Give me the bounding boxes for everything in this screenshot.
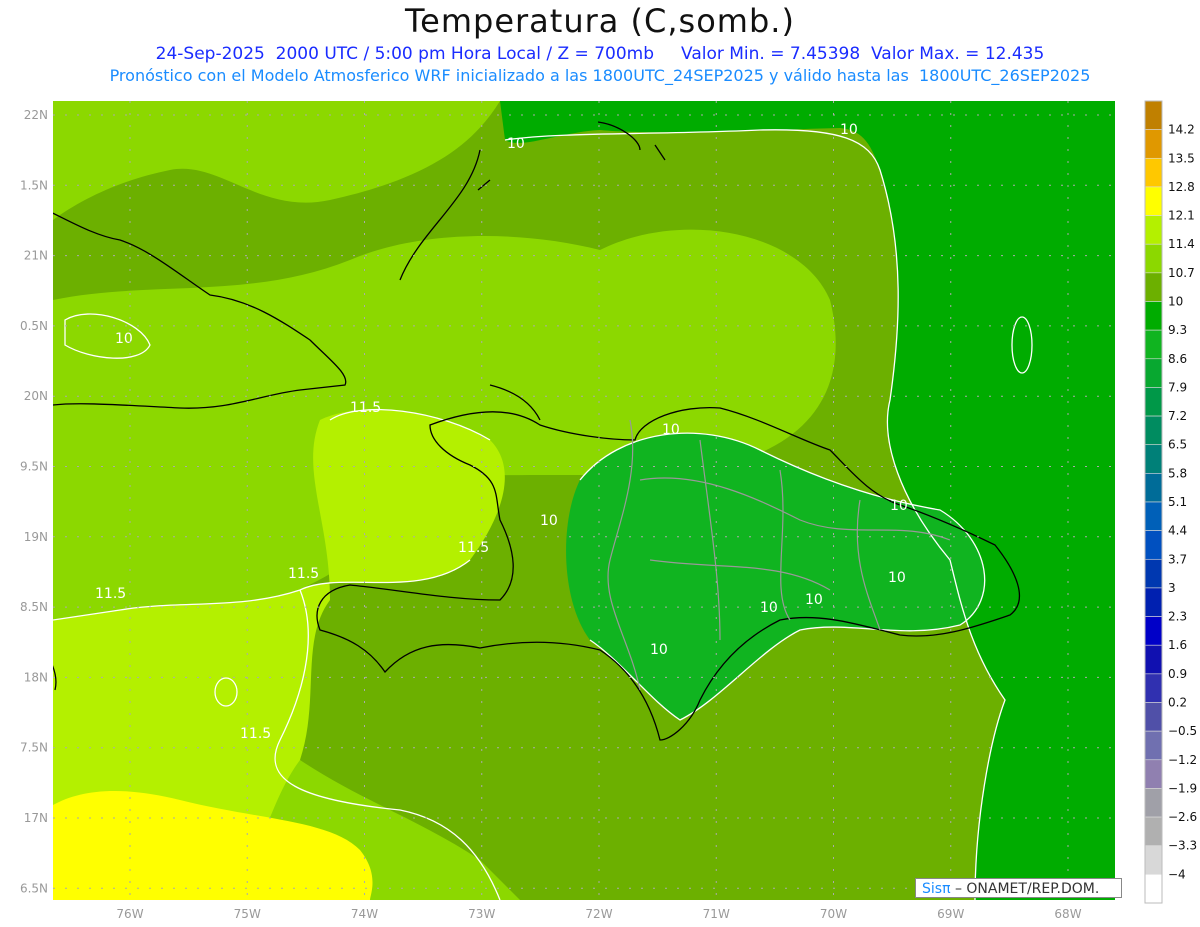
colorbar-label: 3 xyxy=(1168,581,1176,595)
colorbar-swatch xyxy=(1144,874,1163,904)
colorbar-label: 9.3 xyxy=(1168,323,1187,337)
latitude-label: 1.5N xyxy=(20,178,48,192)
colorbar-swatch xyxy=(1144,587,1163,617)
contour-label: 10 xyxy=(760,600,778,616)
contour-label: 10 xyxy=(662,422,680,438)
longitude-label: 71W xyxy=(703,907,730,921)
colorbar-label: 12.1 xyxy=(1168,209,1195,223)
colorbar-swatch xyxy=(1144,129,1163,159)
colorbar-label: 7.2 xyxy=(1168,409,1187,423)
longitude-label: 70W xyxy=(820,907,847,921)
colorbar-swatch xyxy=(1144,473,1163,503)
longitude-labels: 76W 75W 74W 73W 72W 71W 70W 69W 68W xyxy=(116,907,1081,921)
colorbar: 14.2 13.5 12.8 12.1 11.4 10.7 10 9.3 8.6 7.9 7.2 6.… xyxy=(1144,100,1197,904)
colorbar-label: 14.2 xyxy=(1168,123,1195,137)
colorbar-swatch xyxy=(1144,329,1163,360)
colorbar-label: −0.5 xyxy=(1168,724,1197,738)
colorbar-label: 13.5 xyxy=(1168,151,1195,165)
colorbar-swatch xyxy=(1144,501,1163,531)
longitude-label: 68W xyxy=(1054,907,1081,921)
colorbar-label: 0.9 xyxy=(1168,667,1187,681)
temperature-field: 10 10 10 10 10 10 10 10 10 10 11.5 11.5 … xyxy=(53,101,1115,900)
colorbar-label: 5.8 xyxy=(1168,466,1187,480)
latitude-label: 9.5N xyxy=(20,460,48,474)
contour-label: 11.5 xyxy=(240,726,271,742)
colorbar-swatch xyxy=(1144,157,1163,188)
colorbar-label: 7.9 xyxy=(1168,380,1187,394)
sispi-onamet-logo: Sisπ – ONAMET/REP.DOM. xyxy=(915,878,1122,898)
colorbar-swatch xyxy=(1144,644,1163,675)
colorbar-label: −4 xyxy=(1168,867,1186,881)
colorbar-swatch xyxy=(1144,616,1163,646)
latitude-label: 6.5N xyxy=(20,881,48,895)
latitude-label: 7.5N xyxy=(20,741,48,755)
colorbar-label: 4.4 xyxy=(1168,524,1187,538)
longitude-label: 69W xyxy=(937,907,964,921)
contour-label: 10 xyxy=(805,592,823,608)
colorbar-label: −3.3 xyxy=(1168,839,1197,853)
contour-label: 10 xyxy=(890,498,908,514)
colorbar-swatch xyxy=(1144,558,1163,589)
colorbar-label: 0.2 xyxy=(1168,696,1187,710)
contour-label: 10 xyxy=(507,136,525,152)
contour-label: 10 xyxy=(840,122,858,138)
longitude-label: 75W xyxy=(234,907,261,921)
colorbar-label: 2.3 xyxy=(1168,610,1187,624)
colorbar-swatch xyxy=(1144,186,1163,216)
contour-label: 11.5 xyxy=(95,586,126,602)
colorbar-swatch xyxy=(1144,788,1163,818)
contour-label: 10 xyxy=(650,642,668,658)
colorbar-label: 6.5 xyxy=(1168,438,1187,452)
colorbar-label: −1.9 xyxy=(1168,781,1197,795)
colorbar-label: 10.7 xyxy=(1168,266,1195,280)
longitude-label: 73W xyxy=(468,907,495,921)
colorbar-swatch xyxy=(1144,215,1163,245)
colorbar-swatch xyxy=(1144,358,1163,388)
colorbar-swatch xyxy=(1144,415,1163,446)
latitude-label: 18N xyxy=(24,670,48,684)
colorbar-swatch xyxy=(1144,530,1163,560)
latitude-label: 0.5N xyxy=(20,319,48,333)
colorbar-swatch xyxy=(1144,730,1163,761)
contour-label: 11.5 xyxy=(288,566,319,582)
colorbar-swatch xyxy=(1144,673,1163,703)
colorbar-label: 10 xyxy=(1168,295,1183,309)
latitude-label: 21N xyxy=(24,249,48,263)
longitude-label: 74W xyxy=(351,907,378,921)
colorbar-swatch xyxy=(1144,759,1163,789)
colorbar-swatch xyxy=(1144,702,1163,732)
latitude-label: 8.5N xyxy=(20,600,48,614)
logo-text: – ONAMET/REP.DOM. xyxy=(950,881,1100,897)
temperature-map: 10 10 10 10 10 10 10 10 10 10 11.5 11.5 … xyxy=(20,100,1197,921)
latitude-label: 22N xyxy=(24,108,48,122)
colorbar-label: 5.1 xyxy=(1168,495,1187,509)
logo-brand: Sisπ xyxy=(922,881,951,897)
contour-label: 11.5 xyxy=(350,400,381,416)
colorbar-swatch xyxy=(1144,243,1163,274)
contour-label: 10 xyxy=(115,331,133,347)
colorbar-label: 11.4 xyxy=(1168,237,1195,251)
longitude-label: 72W xyxy=(585,907,612,921)
longitude-label: 76W xyxy=(116,907,143,921)
contour-label: 11.5 xyxy=(458,540,489,556)
colorbar-swatch xyxy=(1144,444,1163,474)
colorbar-swatch xyxy=(1144,387,1163,417)
colorbar-swatch xyxy=(1144,301,1163,331)
colorbar-label: 3.7 xyxy=(1168,552,1187,566)
colorbar-swatch xyxy=(1144,816,1163,847)
contour-label: 10 xyxy=(888,570,906,586)
latitude-label: 20N xyxy=(24,389,48,403)
latitude-labels: 22N 1.5N 21N 0.5N 20N 9.5N 19N 8.5N 18N 7.5N 17N 6.… xyxy=(20,108,48,895)
colorbar-swatch xyxy=(1144,100,1163,130)
colorbar-label: 8.6 xyxy=(1168,352,1187,366)
colorbar-swatch xyxy=(1144,845,1163,875)
colorbar-label: 1.6 xyxy=(1168,638,1187,652)
latitude-label: 17N xyxy=(24,811,48,825)
latitude-label: 19N xyxy=(24,530,48,544)
colorbar-label: −1.2 xyxy=(1168,753,1197,767)
colorbar-swatch xyxy=(1144,272,1163,302)
colorbar-label: 12.8 xyxy=(1168,180,1195,194)
contour-label: 10 xyxy=(540,513,558,529)
colorbar-label: −2.6 xyxy=(1168,810,1197,824)
